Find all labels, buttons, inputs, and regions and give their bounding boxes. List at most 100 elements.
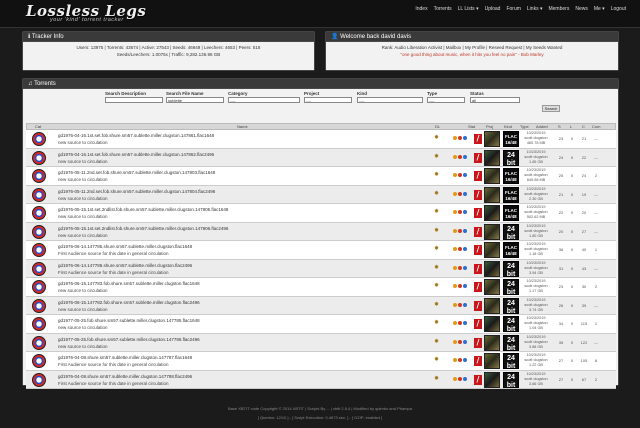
- project-badge-icon[interactable]: /: [474, 208, 482, 218]
- kind-photo-thumbnail[interactable]: [484, 371, 500, 388]
- download-icon[interactable]: ✸: [434, 302, 440, 308]
- kind-photo-thumbnail[interactable]: [484, 260, 500, 277]
- completed-count[interactable]: 39: [579, 303, 589, 308]
- seeders-count[interactable]: 27: [556, 377, 566, 382]
- seeders-count[interactable]: 20: [556, 229, 566, 234]
- info-icon[interactable]: [463, 358, 467, 362]
- type-select[interactable]: ----: [427, 97, 465, 103]
- comments-count[interactable]: ---: [591, 192, 601, 197]
- nav-members[interactable]: Members: [548, 6, 569, 12]
- seeders-count[interactable]: 23: [556, 284, 566, 289]
- download-icon[interactable]: ✸: [434, 246, 440, 252]
- nav-torrents[interactable]: Torrents: [434, 6, 452, 12]
- category-icon[interactable]: [32, 132, 46, 146]
- user-links[interactable]: Rank: Audio Liberation Activist | Mailbo…: [326, 44, 618, 51]
- comments-count[interactable]: ---: [591, 136, 601, 141]
- download-icon[interactable]: ✸: [434, 209, 440, 215]
- download-icon[interactable]: ✸: [434, 172, 440, 178]
- info-icon[interactable]: [463, 265, 467, 270]
- info-icon[interactable]: [463, 284, 467, 288]
- torrent-name-link[interactable]: gd1976-04-16.1st.set.fob.shure.sm57.subl…: [58, 133, 214, 138]
- kind-photo-thumbnail[interactable]: [484, 279, 500, 295]
- nav-index[interactable]: Index: [415, 6, 427, 12]
- project-badge-icon[interactable]: /: [474, 134, 482, 144]
- project-badge-icon[interactable]: /: [474, 282, 482, 292]
- kind-photo-thumbnail[interactable]: [484, 186, 500, 203]
- comments-count[interactable]: 2: [591, 377, 601, 382]
- download-icon[interactable]: ✸: [434, 283, 440, 289]
- download-icon[interactable]: ✸: [434, 154, 440, 160]
- completed-count[interactable]: 67: [579, 377, 589, 382]
- search-description-input[interactable]: [105, 97, 163, 103]
- completed-count[interactable]: 20: [579, 210, 589, 215]
- category-icon[interactable]: [32, 206, 46, 220]
- download-icon[interactable]: ✸: [434, 320, 440, 326]
- leechers-count[interactable]: 0: [567, 192, 577, 197]
- comments-count[interactable]: ---: [591, 303, 601, 308]
- comments-count[interactable]: 1: [591, 321, 601, 326]
- kind-photo-thumbnail[interactable]: [484, 223, 500, 240]
- comments-count[interactable]: 1: [591, 247, 601, 252]
- info-icon[interactable]: [463, 302, 467, 307]
- torrent-name-link[interactable]: gd1977-05-25.fob.shure.sm57.sublette.mil…: [58, 337, 200, 342]
- category-icon[interactable]: [32, 243, 46, 257]
- comments-count[interactable]: 2: [591, 173, 601, 178]
- category-icon[interactable]: [32, 169, 46, 183]
- leechers-count[interactable]: 0: [567, 155, 577, 160]
- torrent-name-link[interactable]: gd1976-05-11.2nd.set.fob.shure.sm57.subl…: [58, 189, 215, 194]
- info-icon[interactable]: [463, 154, 467, 159]
- comments-count[interactable]: ---: [591, 266, 601, 271]
- leechers-count[interactable]: 0: [567, 303, 577, 308]
- seeders-count[interactable]: 24: [556, 155, 566, 160]
- leechers-count[interactable]: 0: [567, 266, 577, 271]
- seeders-count[interactable]: 34: [556, 321, 566, 326]
- seeders-count[interactable]: 21: [556, 192, 566, 197]
- leechers-count[interactable]: 0: [567, 229, 577, 234]
- category-icon[interactable]: [32, 317, 46, 331]
- project-badge-icon[interactable]: /: [474, 374, 482, 385]
- completed-count[interactable]: 27: [579, 229, 589, 234]
- completed-count[interactable]: 122: [579, 340, 589, 345]
- category-icon[interactable]: [32, 354, 46, 368]
- completed-count[interactable]: 115: [579, 321, 589, 326]
- nav-me[interactable]: Me ▾: [594, 6, 605, 12]
- info-icon[interactable]: [463, 376, 467, 381]
- category-icon[interactable]: [32, 298, 46, 313]
- download-icon[interactable]: ✸: [434, 357, 440, 363]
- download-icon[interactable]: ✸: [434, 228, 440, 234]
- comments-count[interactable]: ---: [591, 229, 601, 234]
- leechers-count[interactable]: 0: [567, 210, 577, 215]
- completed-count[interactable]: 19: [579, 192, 589, 197]
- seeders-count[interactable]: 35: [556, 340, 566, 345]
- search-file-name-input[interactable]: sublette: [166, 97, 224, 103]
- category-icon[interactable]: [32, 335, 46, 350]
- project-badge-icon[interactable]: /: [474, 263, 482, 274]
- leechers-count[interactable]: 0: [567, 284, 577, 289]
- project-badge-icon[interactable]: /: [474, 245, 482, 255]
- torrent-name-link[interactable]: gd1976-05-15.1st.set.2ndlist.fob.shure.s…: [58, 207, 228, 212]
- completed-count[interactable]: 105: [579, 358, 589, 363]
- project-badge-icon[interactable]: /: [474, 300, 482, 311]
- seeders-count[interactable]: 23: [556, 136, 566, 141]
- kind-photo-thumbnail[interactable]: [484, 168, 500, 184]
- kind-photo-thumbnail[interactable]: [484, 131, 500, 147]
- completed-count[interactable]: 40: [579, 247, 589, 252]
- category-icon[interactable]: [32, 150, 46, 165]
- leechers-count[interactable]: 0: [567, 321, 577, 326]
- torrent-name-link[interactable]: gd1976-06-14.147786.shure.sm57.sublette.…: [58, 263, 192, 268]
- download-icon[interactable]: ✸: [434, 135, 440, 141]
- torrent-name-link[interactable]: gd1976-06-14.147785.shure.sm57.sublette.…: [58, 244, 192, 249]
- kind-photo-thumbnail[interactable]: [484, 149, 500, 166]
- info-icon[interactable]: [463, 173, 467, 177]
- torrent-name-link[interactable]: gd1976-05-11.2nd.set.fob.shure.sm57.subl…: [58, 170, 215, 175]
- kind-select[interactable]: ----: [357, 97, 423, 103]
- torrent-name-link[interactable]: gd1976-04-16.1st.set.fob.shure.sm57.subl…: [58, 152, 214, 157]
- nav-forum[interactable]: Forum: [506, 6, 520, 12]
- nav-news[interactable]: News: [575, 6, 588, 12]
- torrent-name-link[interactable]: gd1976-06-15.147783.fob.shure.sm57.suble…: [58, 281, 200, 286]
- kind-photo-thumbnail[interactable]: [484, 316, 500, 332]
- download-icon[interactable]: ✸: [434, 339, 440, 345]
- comments-count[interactable]: ---: [591, 340, 601, 345]
- leechers-count[interactable]: 0: [567, 340, 577, 345]
- category-icon[interactable]: [32, 224, 46, 239]
